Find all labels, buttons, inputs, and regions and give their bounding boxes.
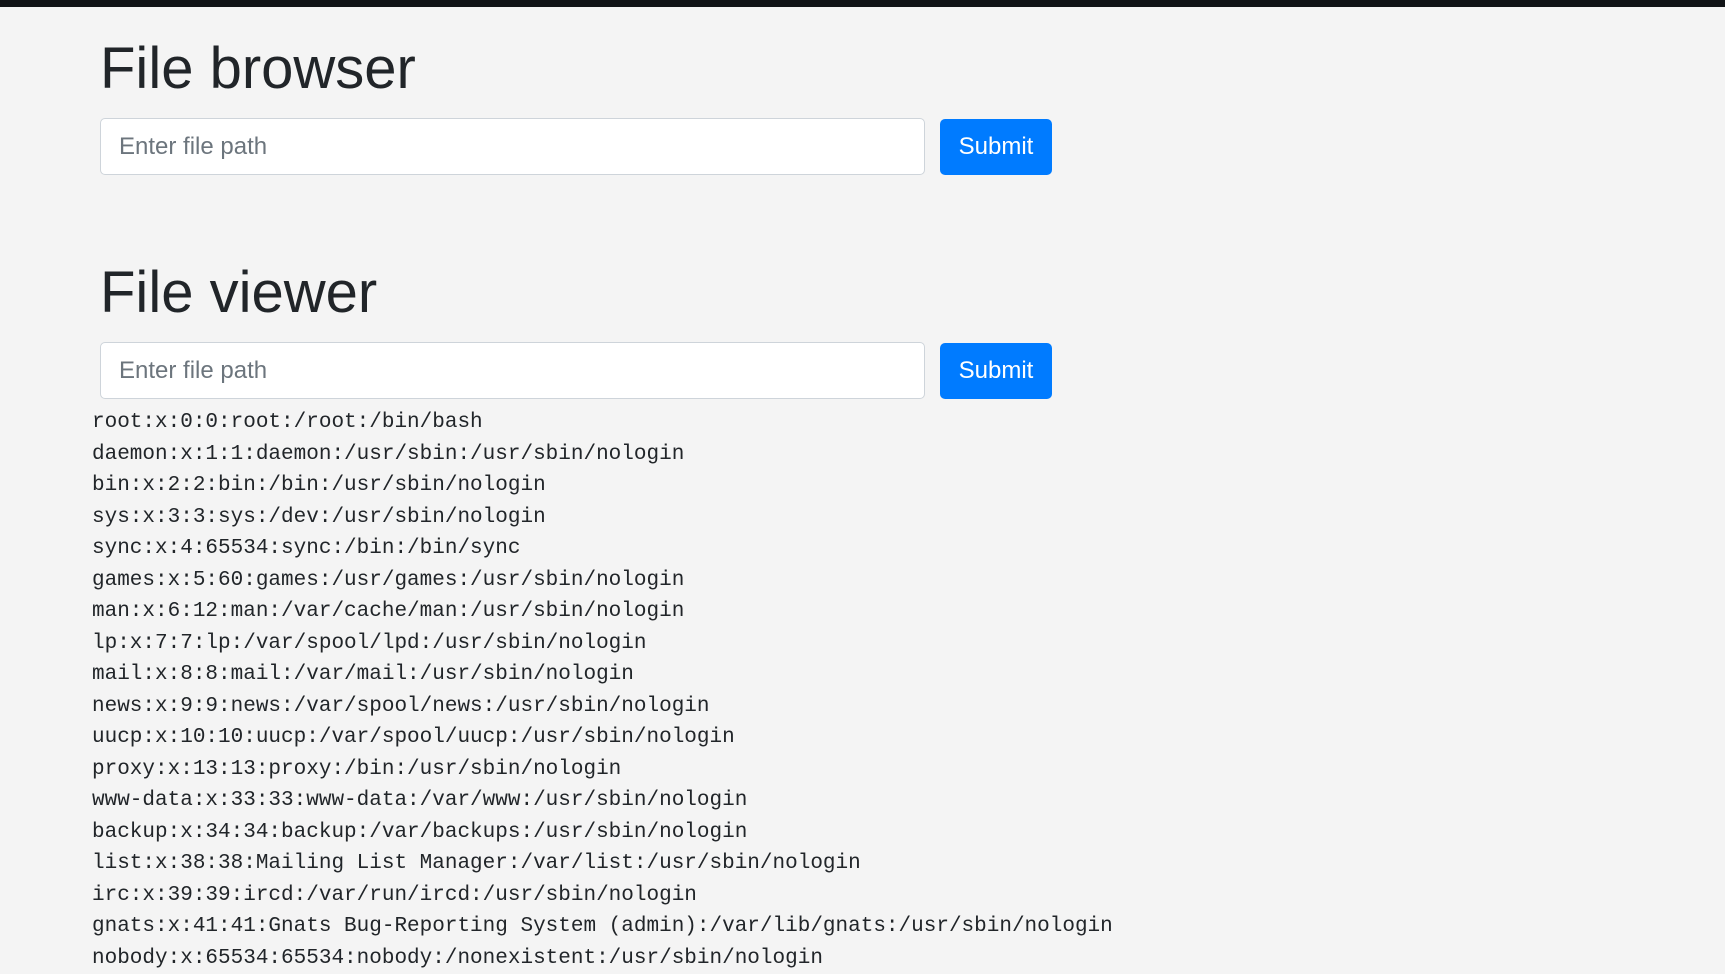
file-content-line: nobody:x:65534:65534:nobody:/nonexistent…: [92, 943, 1113, 974]
file-content-line: games:x:5:60:games:/usr/games:/usr/sbin/…: [92, 565, 1113, 597]
file-browser-section: File browser Submit: [100, 33, 1052, 175]
file-viewer-path-input[interactable]: [100, 342, 925, 399]
file-content-line: mail:x:8:8:mail:/var/mail:/usr/sbin/nolo…: [92, 659, 1113, 691]
file-content-line: proxy:x:13:13:proxy:/bin:/usr/sbin/nolog…: [92, 754, 1113, 786]
file-content-line: gnats:x:41:41:Gnats Bug-Reporting System…: [92, 911, 1113, 943]
file-content-line: uucp:x:10:10:uucp:/var/spool/uucp:/usr/s…: [92, 722, 1113, 754]
file-content-line: backup:x:34:34:backup:/var/backups:/usr/…: [92, 817, 1113, 849]
file-content-line: daemon:x:1:1:daemon:/usr/sbin:/usr/sbin/…: [92, 439, 1113, 471]
file-viewer-submit-button[interactable]: Submit: [940, 343, 1052, 399]
file-browser-submit-button[interactable]: Submit: [940, 119, 1052, 175]
file-viewer-form: Submit: [100, 342, 1052, 399]
file-browser-title: File browser: [100, 33, 1052, 105]
file-content-line: bin:x:2:2:bin:/bin:/usr/sbin/nologin: [92, 470, 1113, 502]
file-content-line: irc:x:39:39:ircd:/var/run/ircd:/usr/sbin…: [92, 880, 1113, 912]
file-content-line: news:x:9:9:news:/var/spool/news:/usr/sbi…: [92, 691, 1113, 723]
file-content-line: root:x:0:0:root:/root:/bin/bash: [92, 407, 1113, 439]
file-viewer-title: File viewer: [100, 257, 1052, 329]
file-content-line: lp:x:7:7:lp:/var/spool/lpd:/usr/sbin/nol…: [92, 628, 1113, 660]
top-bar: [0, 0, 1725, 7]
file-browser-path-input[interactable]: [100, 118, 925, 175]
file-content-line: www-data:x:33:33:www-data:/var/www:/usr/…: [92, 785, 1113, 817]
file-viewer-section: File viewer Submit: [100, 257, 1052, 399]
file-content-line: sync:x:4:65534:sync:/bin:/bin/sync: [92, 533, 1113, 565]
file-content-line: list:x:38:38:Mailing List Manager:/var/l…: [92, 848, 1113, 880]
file-content-line: man:x:6:12:man:/var/cache/man:/usr/sbin/…: [92, 596, 1113, 628]
file-content-line: sys:x:3:3:sys:/dev:/usr/sbin/nologin: [92, 502, 1113, 534]
file-browser-form: Submit: [100, 118, 1052, 175]
file-content-output: root:x:0:0:root:/root:/bin/bashdaemon:x:…: [92, 407, 1113, 974]
